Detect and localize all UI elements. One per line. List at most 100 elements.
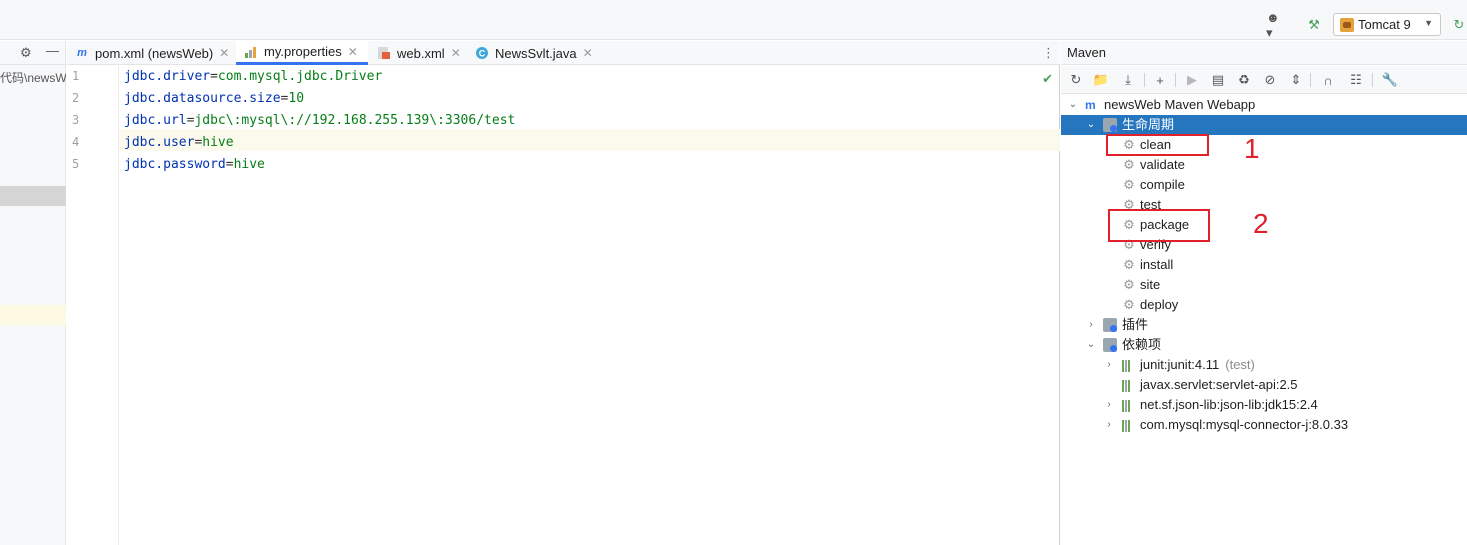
maven-panel-title: Maven	[1061, 41, 1467, 65]
java-class-icon: C	[475, 46, 489, 60]
tab-my-properties[interactable]: my.properties ✕	[236, 41, 368, 65]
library-icon	[1122, 358, 1136, 372]
toolbar-separator	[1310, 73, 1311, 87]
tree-label: install	[1140, 257, 1174, 272]
reload-icon[interactable]: ↻	[1067, 71, 1085, 89]
code-line[interactable]: jdbc.user=hive	[124, 132, 234, 154]
maven-toolbar: ↻ 📁 ⤓ + ▶ ▤ ♻ ⊘ ⇕ ∩ ☷ 🔧	[1061, 66, 1467, 94]
code-area[interactable]: jdbc.driver=com.mysql.jdbc.Driver jdbc.d…	[120, 66, 1060, 545]
annotation-number-1: 1	[1244, 133, 1260, 164]
code-line[interactable]: jdbc.url=jdbc\:mysql\://192.168.255.139\…	[124, 110, 515, 132]
tab-newssvlt-java[interactable]: C NewsSvlt.java ✕	[467, 41, 597, 65]
maven-m-icon: m	[77, 47, 87, 59]
settings-wrench-icon[interactable]: 🔧	[1381, 71, 1399, 89]
rerun-icon[interactable]: ↻	[1450, 16, 1467, 34]
chevron-right-icon[interactable]: ›	[1085, 315, 1097, 335]
line-number: 2	[72, 91, 80, 105]
run-configuration-select[interactable]: Tomcat 9 ▼	[1333, 13, 1441, 36]
tab-label: my.properties	[264, 44, 342, 59]
menu-bar	[0, 0, 1467, 10]
tree-phase-install[interactable]: ⚙ install	[1061, 255, 1467, 275]
skip-tests-icon[interactable]: ⊘	[1261, 71, 1279, 89]
gear-icon: ⚙	[1123, 257, 1135, 272]
close-icon[interactable]: ✕	[583, 46, 593, 60]
collapse-all-icon[interactable]: ⇕	[1287, 71, 1305, 89]
toolbar-separator	[1175, 73, 1176, 87]
tree-dependency-item[interactable]: › com.mysql:mysql-connector-j:8.0.33	[1061, 415, 1467, 435]
add-icon[interactable]: +	[1151, 71, 1169, 89]
chevron-right-icon[interactable]: ›	[1103, 415, 1115, 435]
gear-icon: ⚙	[1123, 157, 1135, 172]
tree-label: javax.servlet:servlet-api:2.5	[1140, 377, 1298, 392]
tree-dependencies-node[interactable]: ⌄ 依赖项	[1061, 335, 1467, 355]
chevron-down-icon[interactable]: ⌄	[1085, 115, 1097, 135]
build-hammer-icon[interactable]: ⚒	[1305, 16, 1323, 34]
tree-label: compile	[1140, 177, 1185, 192]
line-number: 3	[72, 113, 80, 127]
properties-file-icon	[244, 45, 258, 59]
chevron-right-icon[interactable]: ›	[1103, 355, 1115, 375]
project-path-text[interactable]: 代码\newsW	[0, 69, 66, 86]
close-icon[interactable]: ✕	[348, 45, 358, 59]
generate-sources-icon[interactable]: 📁	[1092, 71, 1110, 89]
run-icon[interactable]: ▶	[1183, 71, 1201, 89]
editor-pane: m pom.xml (newsWeb) ✕ my.properties ✕ we…	[67, 41, 1060, 545]
tree-label: com.mysql:mysql-connector-j:8.0.33	[1140, 417, 1349, 432]
tree-label: deploy	[1140, 297, 1179, 312]
code-line[interactable]: jdbc.datasource.size=10	[124, 88, 304, 110]
minimize-icon[interactable]: —	[46, 43, 59, 58]
line-number: 1	[72, 69, 80, 83]
tree-phase-deploy[interactable]: ⚙ deploy	[1061, 295, 1467, 315]
gear-icon[interactable]: ⚙	[20, 45, 32, 61]
tab-label: NewsSvlt.java	[495, 45, 577, 61]
analyze-dependencies-icon[interactable]: ∩	[1319, 71, 1337, 89]
main-toolbar: ☻▾ ⚒ Tomcat 9 ▼ ↻	[0, 10, 1467, 40]
code-line[interactable]: jdbc.driver=com.mysql.jdbc.Driver	[124, 66, 382, 88]
inspection-ok-icon[interactable]: ✔	[1042, 71, 1053, 87]
chevron-right-icon[interactable]: ›	[1103, 395, 1115, 415]
close-icon[interactable]: ✕	[451, 46, 461, 60]
project-tree-highlight-row[interactable]	[0, 305, 66, 325]
chevron-down-icon[interactable]: ⌄	[1067, 95, 1079, 115]
tree-label: 生命周期	[1122, 117, 1175, 132]
library-icon	[1122, 378, 1136, 392]
maven-panel: Maven ↻ 📁 ⤓ + ▶ ▤ ♻ ⊘ ⇕ ∩ ☷ 🔧 ⌄ m newsWe…	[1061, 41, 1467, 545]
more-vertical-icon[interactable]: ⋮	[1042, 45, 1055, 61]
tree-label: 依赖项	[1122, 337, 1162, 352]
tree-phase-validate[interactable]: ⚙ validate	[1061, 155, 1467, 175]
tree-dependency-item[interactable]: › junit:junit:4.11 (test)	[1061, 355, 1467, 375]
maven-project-icon: m	[1085, 98, 1096, 112]
toggle-offline-icon[interactable]: ♻	[1235, 71, 1253, 89]
project-tree-selected-row[interactable]	[0, 186, 66, 206]
tree-label: net.sf.json-lib:json-lib:jdk15:2.4	[1140, 397, 1318, 412]
project-panel: ⚙ — 代码\newsW	[0, 41, 66, 545]
tree-label: 插件	[1122, 317, 1149, 332]
annotation-box-clean	[1106, 134, 1209, 156]
library-icon	[1122, 418, 1136, 432]
lifecycle-folder-icon	[1103, 118, 1117, 132]
tab-label: pom.xml (newsWeb)	[95, 45, 214, 61]
svg-text:C: C	[479, 49, 486, 59]
user-icon[interactable]: ☻▾	[1266, 10, 1284, 40]
tree-project-node[interactable]: ⌄ m newsWeb Maven Webapp	[1061, 95, 1467, 115]
close-icon[interactable]: ✕	[219, 46, 229, 60]
tree-dependency-item[interactable]: › net.sf.json-lib:json-lib:jdk15:2.4	[1061, 395, 1467, 415]
tree-plugins-node[interactable]: › 插件	[1061, 315, 1467, 335]
download-icon[interactable]: ⤓	[1119, 71, 1137, 89]
show-dependencies-icon[interactable]: ☷	[1347, 71, 1365, 89]
project-panel-header: ⚙ —	[0, 41, 66, 65]
execute-goal-icon[interactable]: ▤	[1209, 71, 1227, 89]
annotation-number-2: 2	[1253, 208, 1269, 239]
code-line[interactable]: jdbc.password=hive	[124, 154, 265, 176]
plugins-folder-icon	[1103, 318, 1117, 332]
xml-file-icon	[377, 46, 391, 60]
tree-dependency-item[interactable]: javax.servlet:servlet-api:2.5	[1061, 375, 1467, 395]
tree-phase-compile[interactable]: ⚙ compile	[1061, 175, 1467, 195]
editor-tab-bar: m pom.xml (newsWeb) ✕ my.properties ✕ we…	[67, 41, 1060, 65]
tree-phase-site[interactable]: ⚙ site	[1061, 275, 1467, 295]
tree-lifecycle-node[interactable]: ⌄ 生命周期	[1061, 115, 1467, 135]
toolbar-separator	[1144, 73, 1145, 87]
chevron-down-icon[interactable]: ⌄	[1085, 335, 1097, 355]
tab-web-xml[interactable]: web.xml ✕	[369, 41, 467, 65]
tab-pom-xml[interactable]: m pom.xml (newsWeb) ✕	[67, 41, 235, 65]
